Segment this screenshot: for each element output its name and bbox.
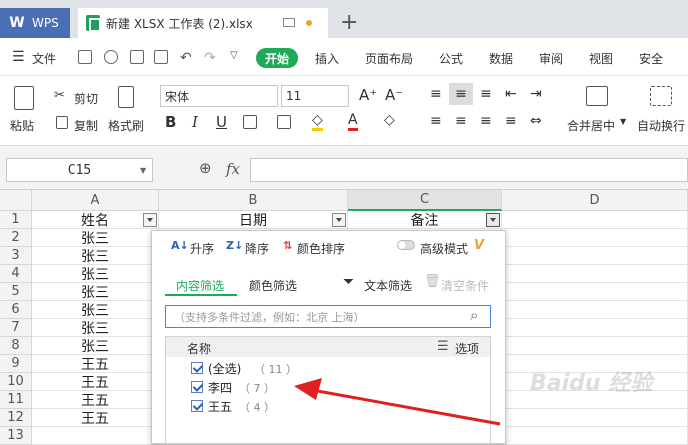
watermark: Baidu 经验 [530,371,653,396]
annotation-arrow-head [294,378,322,400]
annotation-arrow-line [311,388,501,426]
